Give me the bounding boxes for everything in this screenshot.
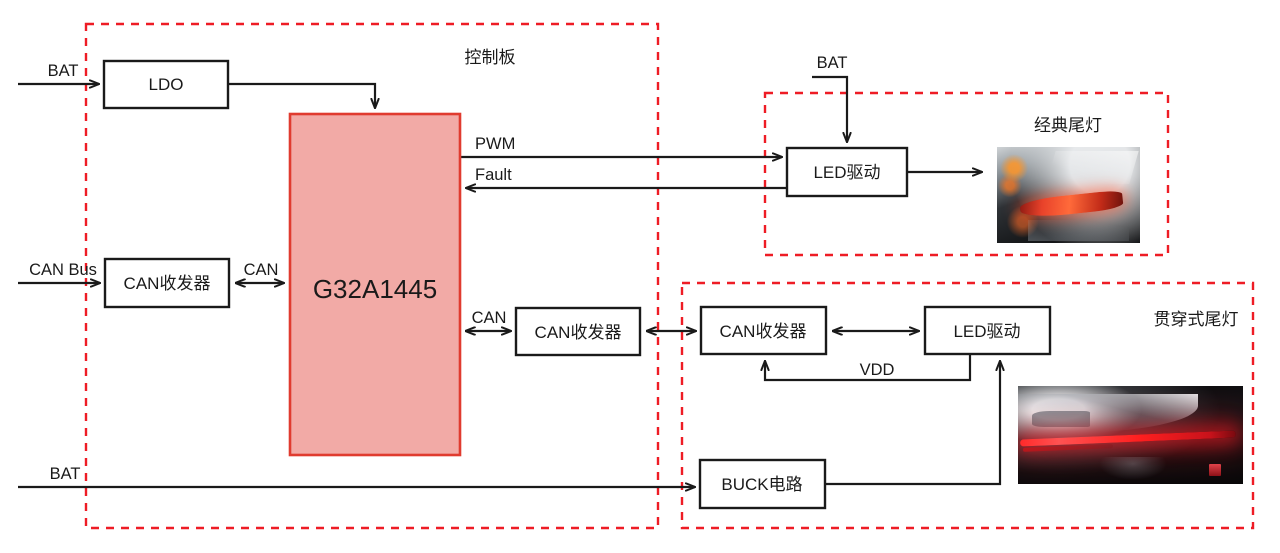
signal-label-can-left: CAN — [244, 261, 279, 279]
block-label-can-transceiver-mid: CAN收发器 — [535, 323, 622, 342]
signal-label-bat-led-driver: BAT — [817, 54, 848, 72]
car-lower-reflection — [1028, 219, 1129, 242]
signal-label-pwm: PWM — [475, 135, 515, 153]
car-plate-accent — [1209, 464, 1221, 477]
group-label-through-taillight: 贯穿式尾灯 — [1154, 310, 1239, 329]
block-label-led-driver-through: LED驱动 — [953, 322, 1020, 341]
signal-label-bat-ldo: BAT — [48, 62, 79, 80]
classic-taillight-photo — [997, 147, 1140, 243]
block-label-can-transceiver-left: CAN收发器 — [124, 274, 211, 293]
signal-label-can-bus: CAN Bus — [29, 261, 97, 279]
car-body-highlight — [1046, 150, 1139, 184]
block-diagram-canvas: LDO G32A1445 CAN收发器 CAN收发器 CAN收发器 LED驱动 … — [0, 0, 1280, 553]
car-trunk — [1099, 456, 1167, 481]
block-label-buck-circuit: BUCK电路 — [721, 475, 802, 494]
wire-ldo-to-mcu — [228, 82, 375, 108]
signal-label-fault: Fault — [475, 166, 512, 184]
classic-taillight-lamp — [1019, 189, 1124, 220]
car-window — [1031, 411, 1090, 428]
signal-label-bat-buck: BAT — [50, 465, 81, 483]
wire-bat-to-led-driver — [812, 75, 847, 142]
signal-label-vdd: VDD — [860, 361, 895, 379]
group-label-control-board: 控制板 — [465, 48, 516, 67]
through-taillight-photo — [1018, 386, 1243, 484]
block-label-mcu: G32A1445 — [313, 274, 437, 304]
block-label-led-driver-classic: LED驱动 — [813, 163, 880, 182]
signal-label-can-mid: CAN — [472, 309, 507, 327]
block-label-can-transceiver-right: CAN收发器 — [720, 322, 807, 341]
block-label-ldo: LDO — [149, 75, 184, 94]
group-label-classic-taillight: 经典尾灯 — [1034, 116, 1102, 135]
